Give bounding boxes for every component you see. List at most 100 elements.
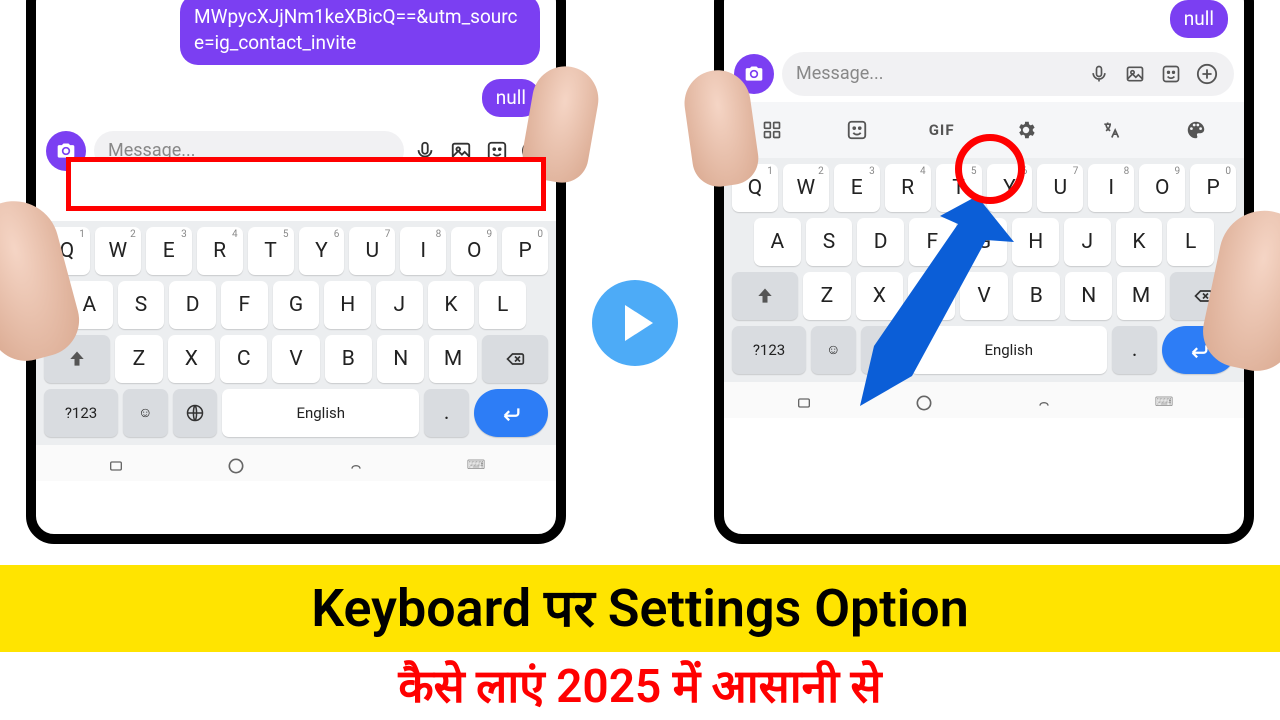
key-row-4: ?123 ☺ English .	[728, 326, 1240, 374]
key-n[interactable]: N	[377, 335, 424, 383]
plus-icon[interactable]	[1194, 61, 1220, 87]
sticker-icon[interactable]	[1158, 61, 1184, 87]
chat-bubble: MWpycXJjNm1keXBicQ==&utm_source=ig_conta…	[180, 0, 540, 65]
key-k[interactable]: K	[1116, 218, 1163, 266]
key-k[interactable]: K	[428, 281, 475, 329]
phone-left: MWpycXJjNm1keXBicQ==&utm_source=ig_conta…	[26, 0, 566, 544]
key-l[interactable]: L	[1167, 218, 1214, 266]
numbers-key[interactable]: ?123	[44, 389, 118, 437]
key-row-4: ?123 ☺ English .	[40, 389, 552, 437]
message-input[interactable]: Message...	[782, 52, 1234, 96]
translate-icon[interactable]	[1091, 110, 1131, 150]
key-l[interactable]: L	[479, 281, 526, 329]
key-g[interactable]: G	[961, 218, 1008, 266]
key-g[interactable]: G	[273, 281, 320, 329]
play-button[interactable]	[592, 280, 678, 366]
key-row-1: Q1W2E3R4T5Y6U7I8O9P0	[40, 227, 552, 275]
emoji-key[interactable]: ☺	[811, 326, 855, 374]
key-w[interactable]: W2	[783, 164, 829, 212]
key-x[interactable]: X	[856, 272, 903, 320]
key-b[interactable]: B	[325, 335, 372, 383]
null-badge: null	[1170, 0, 1228, 38]
headline-text: Keyboard पर Settings Option	[0, 571, 1280, 642]
period-key[interactable]: .	[424, 389, 468, 437]
key-v[interactable]: V	[960, 272, 1007, 320]
key-r[interactable]: R4	[197, 227, 243, 275]
key-i[interactable]: I8	[1088, 164, 1134, 212]
mic-icon[interactable]	[1086, 61, 1112, 87]
keyboard-left: Q1W2E3R4T5Y6U7I8O9P0 ASDFGHJKL ZXCVBNM ?…	[36, 221, 556, 445]
nav-bar: ⌨	[36, 445, 556, 481]
nav-recent-icon[interactable]	[790, 392, 818, 414]
nav-recent-icon[interactable]	[102, 455, 130, 477]
key-row-3: ZXCVBNM	[728, 272, 1240, 320]
enter-key[interactable]	[474, 389, 548, 437]
image-icon[interactable]	[1122, 61, 1148, 87]
message-placeholder: Message...	[796, 63, 1076, 84]
key-a[interactable]: A	[754, 218, 801, 266]
key-m[interactable]: M	[429, 335, 476, 383]
key-f[interactable]: F	[221, 281, 268, 329]
key-p[interactable]: P0	[502, 227, 548, 275]
key-h[interactable]: H	[324, 281, 371, 329]
key-e[interactable]: E3	[834, 164, 880, 212]
key-j[interactable]: J	[376, 281, 423, 329]
key-j[interactable]: J	[1064, 218, 1111, 266]
backspace-key[interactable]	[482, 335, 548, 383]
nav-keyboard-icon[interactable]: ⌨	[462, 455, 490, 477]
camera-icon	[744, 64, 764, 84]
palette-icon[interactable]	[1176, 110, 1216, 150]
key-b[interactable]: B	[1013, 272, 1060, 320]
key-z[interactable]: Z	[803, 272, 850, 320]
nav-bar: ⌨	[724, 382, 1244, 418]
globe-key[interactable]	[861, 326, 905, 374]
nav-home-icon[interactable]	[910, 392, 938, 414]
subtitle-text: कैसे लाएं 2025 में आसानी से	[0, 654, 1280, 716]
shift-key[interactable]	[732, 272, 798, 320]
nav-back-icon[interactable]	[342, 455, 370, 477]
key-n[interactable]: N	[1065, 272, 1112, 320]
apps-icon[interactable]	[752, 110, 792, 150]
key-row-3: ZXCVBNM	[40, 335, 552, 383]
key-row-2: ASDFGHJKL	[728, 218, 1240, 266]
headline-bar: Keyboard पर Settings Option	[0, 565, 1280, 652]
sticker-toolbar-icon[interactable]	[837, 110, 877, 150]
key-c[interactable]: C	[220, 335, 267, 383]
space-key[interactable]: English	[222, 389, 420, 437]
key-o[interactable]: O9	[451, 227, 497, 275]
key-t[interactable]: T5	[248, 227, 294, 275]
nav-home-icon[interactable]	[222, 455, 250, 477]
key-s[interactable]: S	[806, 218, 853, 266]
nav-keyboard-icon[interactable]: ⌨	[1150, 392, 1178, 414]
key-x[interactable]: X	[168, 335, 215, 383]
key-u[interactable]: U7	[1037, 164, 1083, 212]
key-o[interactable]: O9	[1139, 164, 1185, 212]
key-f[interactable]: F	[909, 218, 956, 266]
key-p[interactable]: P0	[1190, 164, 1236, 212]
phone-right: null Message... GIF Q1W2E3R4T5Y6U7I8O9P0…	[714, 0, 1254, 544]
key-d[interactable]: D	[857, 218, 904, 266]
key-d[interactable]: D	[169, 281, 216, 329]
numbers-key[interactable]: ?123	[732, 326, 806, 374]
key-s[interactable]: S	[118, 281, 165, 329]
period-key[interactable]: .	[1112, 326, 1156, 374]
key-m[interactable]: M	[1117, 272, 1164, 320]
play-icon	[625, 305, 653, 341]
key-r[interactable]: R4	[885, 164, 931, 212]
key-e[interactable]: E3	[146, 227, 192, 275]
key-w[interactable]: W2	[95, 227, 141, 275]
key-u[interactable]: U7	[349, 227, 395, 275]
key-y[interactable]: Y6	[299, 227, 345, 275]
message-input-row: Message...	[724, 46, 1244, 102]
globe-key[interactable]	[173, 389, 217, 437]
nav-back-icon[interactable]	[1030, 392, 1058, 414]
key-c[interactable]: C	[908, 272, 955, 320]
gif-button[interactable]: GIF	[922, 110, 962, 150]
emoji-key[interactable]: ☺	[123, 389, 167, 437]
key-v[interactable]: V	[272, 335, 319, 383]
key-h[interactable]: H	[1012, 218, 1059, 266]
key-row-2: ASDFGHJKL	[40, 281, 552, 329]
space-key[interactable]: English	[910, 326, 1108, 374]
key-i[interactable]: I8	[400, 227, 446, 275]
key-z[interactable]: Z	[115, 335, 162, 383]
